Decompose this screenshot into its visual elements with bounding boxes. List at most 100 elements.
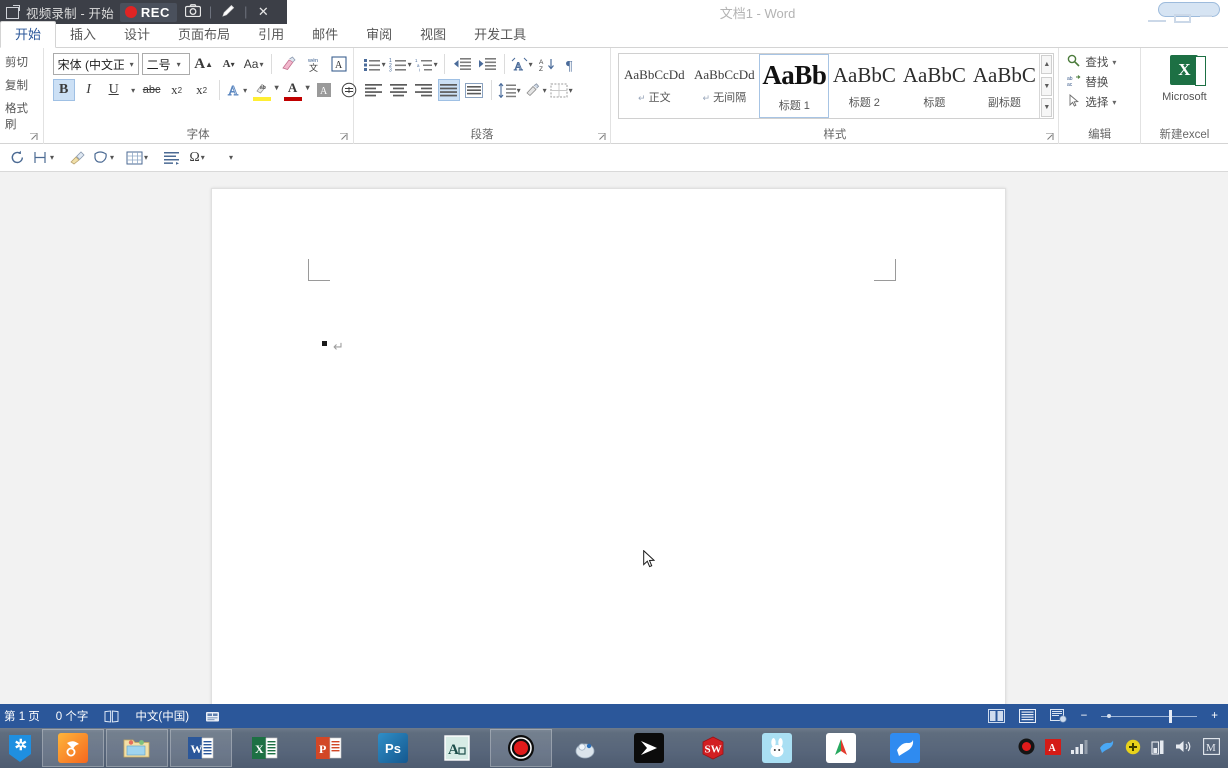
- numbered-list-icon[interactable]: 1 2 3 ▾: [389, 53, 412, 75]
- read-view-icon[interactable]: [987, 709, 1005, 723]
- taskbar-item-excel[interactable]: X: [234, 729, 296, 767]
- recorder-window-icon[interactable]: [6, 5, 20, 19]
- style-item-subtitle[interactable]: AaBbC 副标题: [969, 54, 1039, 118]
- asian-layout-icon[interactable]: A ▾: [511, 53, 533, 75]
- select-caret-icon[interactable]: ▾: [1112, 98, 1116, 107]
- align-left-icon[interactable]: [363, 79, 385, 101]
- tab-references[interactable]: 引用: [244, 22, 298, 47]
- replace-button[interactable]: ab ac 替换: [1067, 74, 1116, 90]
- copy-button[interactable]: 复制: [5, 77, 39, 93]
- close-icon[interactable]: ✕: [253, 4, 273, 20]
- zoom-slider-thumb[interactable]: [1169, 709, 1173, 723]
- decrease-indent-icon[interactable]: [451, 53, 473, 75]
- symbol-omega-icon[interactable]: Ω ▾: [186, 147, 208, 169]
- maximize-button[interactable]: [1174, 14, 1191, 23]
- strikethrough-button[interactable]: abc: [141, 79, 163, 101]
- character-shading-icon[interactable]: A: [313, 79, 335, 101]
- tab-design[interactable]: 设计: [110, 22, 164, 47]
- tab-view[interactable]: 视图: [406, 22, 460, 47]
- character-border-icon[interactable]: A: [328, 53, 350, 75]
- close-window-button[interactable]: [1200, 15, 1212, 17]
- find-button[interactable]: 查找 ▾: [1067, 54, 1116, 70]
- tab-developer[interactable]: 开发工具: [460, 22, 540, 47]
- tab-insert[interactable]: 插入: [56, 22, 110, 47]
- style-item-normal[interactable]: AaBbCcDd ↵ 正文: [619, 54, 689, 118]
- align-right-icon[interactable]: [413, 79, 435, 101]
- refresh-icon[interactable]: [6, 147, 28, 169]
- styles-dialog-launcher[interactable]: [1045, 132, 1054, 142]
- tab-mailings[interactable]: 邮件: [298, 22, 352, 47]
- style-item-title[interactable]: AaBbC 标题: [899, 54, 969, 118]
- proofing-icon[interactable]: [104, 709, 119, 723]
- taskbar-item-photoshop[interactable]: Ps: [362, 729, 424, 767]
- taskbar-item-autocad[interactable]: A: [426, 729, 488, 767]
- page-count-status[interactable]: 第 1 页: [4, 708, 40, 724]
- language-status[interactable]: 中文(中国): [135, 708, 189, 724]
- zoom-slider[interactable]: [1101, 709, 1198, 723]
- cut-button[interactable]: 剪切: [5, 54, 39, 70]
- bullet-list-icon[interactable]: ▾: [363, 53, 386, 75]
- tab-review[interactable]: 审阅: [352, 22, 406, 47]
- paragraph-dialog-launcher[interactable]: [597, 132, 606, 142]
- taskbar-item-dove-app[interactable]: [874, 729, 936, 767]
- font-dialog-launcher[interactable]: [340, 132, 349, 142]
- styles-more-button[interactable]: ▼: [1041, 98, 1053, 117]
- excel-icon[interactable]: X: [1170, 55, 1207, 86]
- rec-button[interactable]: REC: [119, 2, 177, 22]
- paragraph-tool-icon[interactable]: [160, 147, 182, 169]
- pencil-icon[interactable]: [218, 4, 238, 21]
- print-view-icon[interactable]: [1018, 709, 1036, 723]
- clear-format-icon[interactable]: [278, 53, 300, 75]
- borders-icon[interactable]: ▾: [550, 79, 573, 101]
- camera-icon[interactable]: [183, 4, 203, 20]
- increase-indent-icon[interactable]: [476, 53, 498, 75]
- taskbar-item-capcut[interactable]: [618, 729, 680, 767]
- multilevel-list-icon[interactable]: 1 a i ▾: [415, 53, 438, 75]
- overflow-icon[interactable]: ▾: [220, 147, 242, 169]
- style-item-heading-1[interactable]: AaBb 标题 1: [759, 54, 830, 118]
- adobe-tray-icon[interactable]: A: [1045, 738, 1061, 758]
- taskbar-item-uc-browser[interactable]: [42, 729, 104, 767]
- shrink-font-icon[interactable]: A ▾: [218, 53, 240, 75]
- style-item-heading-2[interactable]: AaBbC 标题 2: [829, 54, 899, 118]
- taskbar-item-solidworks[interactable]: SW: [682, 729, 744, 767]
- align-center-icon[interactable]: [388, 79, 410, 101]
- taskbar-item-powerpoint[interactable]: P: [298, 729, 360, 767]
- web-view-icon[interactable]: [1049, 709, 1067, 723]
- style-item-no-spacing[interactable]: AaBbCcDd ↵ 无间隔: [689, 54, 759, 118]
- taskbar-item-word[interactable]: W: [170, 729, 232, 767]
- zoom-in-button[interactable]: +: [1211, 710, 1218, 722]
- phonetic-guide-icon[interactable]: wén 文: [303, 53, 325, 75]
- taskbar-item-compass-app[interactable]: [810, 729, 872, 767]
- show-marks-icon[interactable]: ¶: [561, 53, 583, 75]
- document-page[interactable]: ↵: [211, 188, 1006, 704]
- font-size-combobox[interactable]: 二号 ▾: [141, 53, 190, 75]
- text-effects-icon[interactable]: A ▾: [226, 79, 248, 101]
- document-canvas[interactable]: ↵: [0, 172, 1228, 704]
- table-icon[interactable]: ▾: [126, 147, 148, 169]
- clipboard-dialog-launcher[interactable]: [30, 132, 39, 142]
- format-painter-button[interactable]: 格式刷: [5, 100, 39, 132]
- minimize-button[interactable]: [1148, 19, 1166, 22]
- change-case-icon[interactable]: Aa ▾: [243, 53, 265, 75]
- grow-font-icon[interactable]: A ▲: [193, 53, 215, 75]
- superscript-button[interactable]: x2: [191, 79, 213, 101]
- styles-scroll-down-button[interactable]: ▼: [1041, 76, 1053, 96]
- find-caret-icon[interactable]: ▾: [1112, 58, 1116, 67]
- record-tray-icon[interactable]: [1018, 738, 1035, 758]
- font-color-icon[interactable]: A ▾: [282, 79, 310, 101]
- m-tray-icon[interactable]: M: [1203, 738, 1220, 758]
- tab-layout[interactable]: 页面布局: [164, 22, 244, 47]
- shape-icon[interactable]: ▾: [92, 147, 114, 169]
- signal-tray-icon[interactable]: [1071, 739, 1088, 757]
- brush-icon[interactable]: [66, 147, 88, 169]
- measure-icon[interactable]: ▾: [32, 147, 54, 169]
- word-count-status[interactable]: 0 个字: [56, 708, 89, 724]
- start-button-icon[interactable]: ✲: [0, 733, 40, 763]
- volume-tray-icon[interactable]: [1175, 739, 1193, 757]
- bold-button[interactable]: B: [52, 79, 75, 101]
- styles-scroll-up-button[interactable]: ▲: [1041, 55, 1053, 74]
- shading-icon[interactable]: ▾: [524, 79, 547, 101]
- distribute-icon[interactable]: [463, 79, 485, 101]
- italic-button[interactable]: I: [78, 79, 100, 101]
